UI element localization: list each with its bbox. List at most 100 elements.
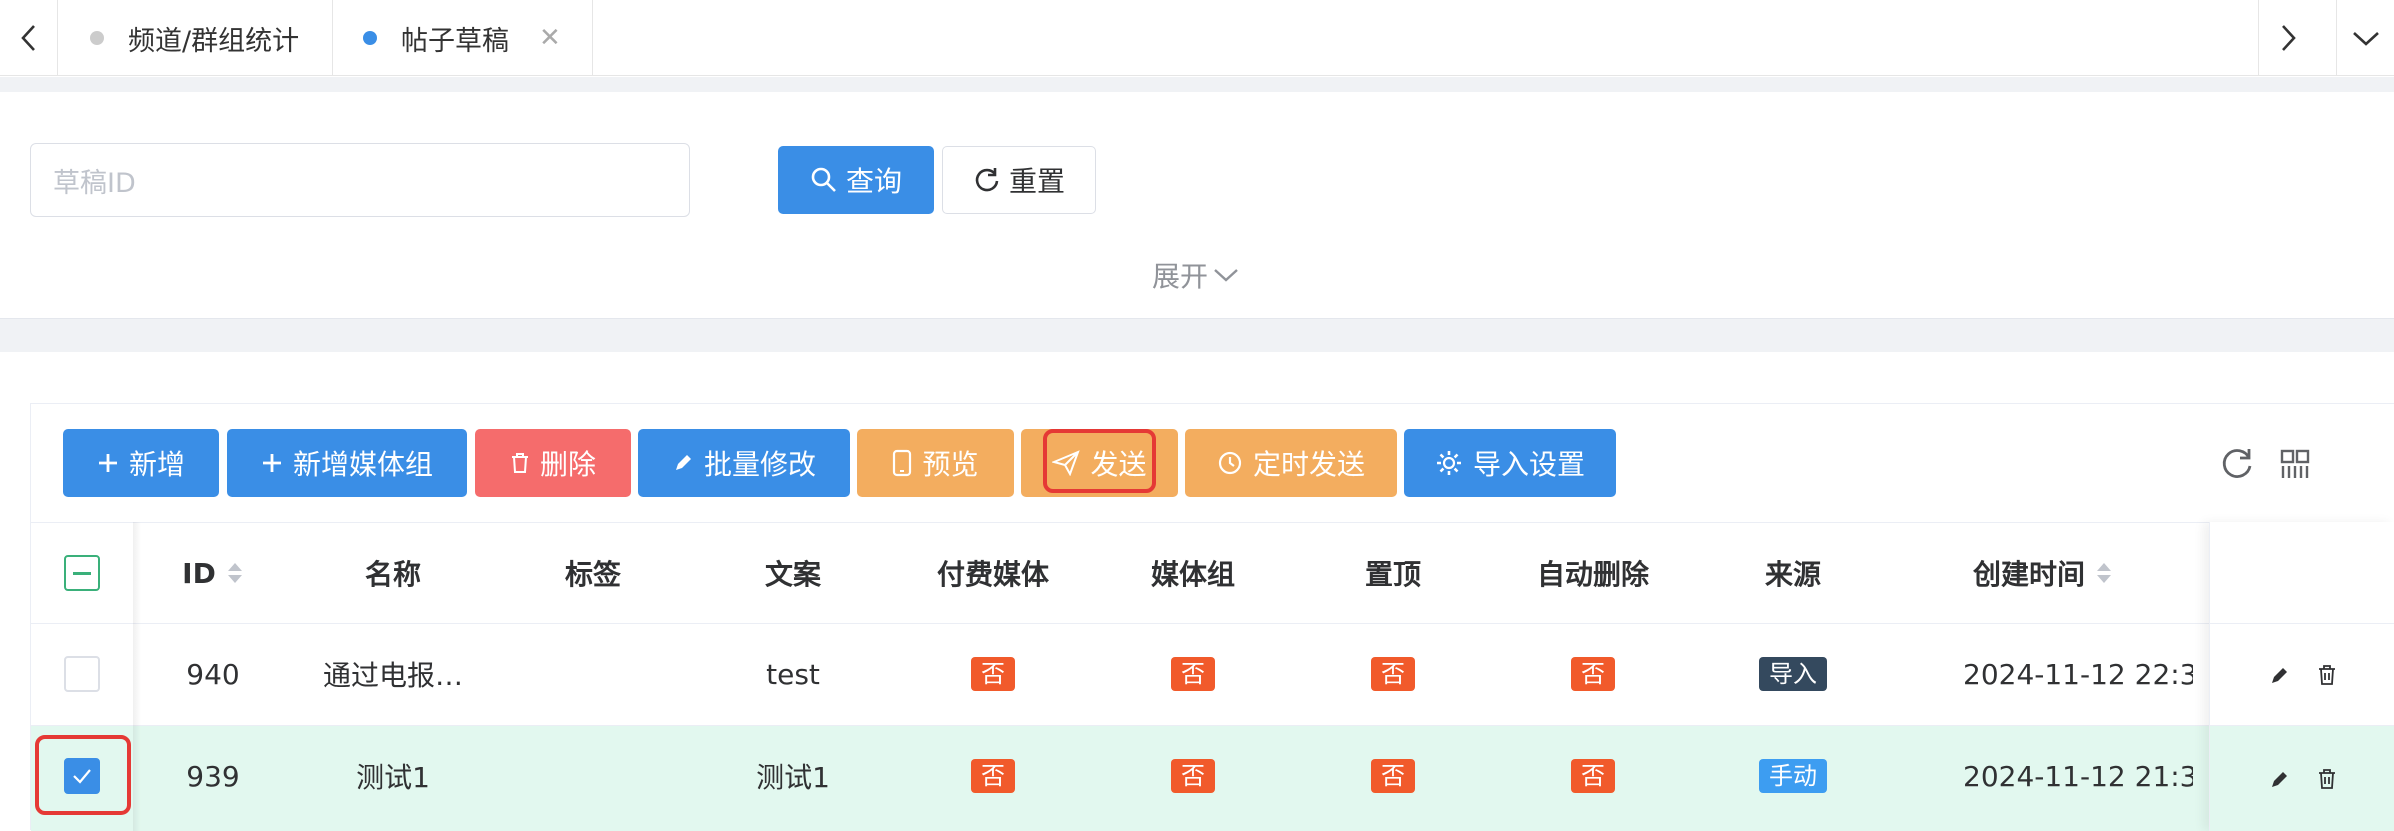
- cell-source: 手动: [1693, 726, 1893, 826]
- cell-copy: test: [766, 657, 820, 691]
- sort-icon[interactable]: [2095, 561, 2113, 585]
- edit-icon: [675, 455, 691, 470]
- refresh-icon: [2222, 449, 2252, 478]
- gear-icon: [1436, 451, 1461, 475]
- column-header-created[interactable]: 创建时间: [1893, 523, 2193, 623]
- close-icon[interactable]: ✕: [539, 23, 561, 53]
- status-badge: 否: [971, 759, 1015, 793]
- tab-scroll-right-button[interactable]: [2258, 0, 2316, 76]
- tab-post-drafts[interactable]: 帖子草稿 ✕: [333, 0, 593, 76]
- plus-icon: [98, 454, 117, 472]
- cell-pinned: 否: [1293, 726, 1493, 826]
- indeterminate-mark: [73, 571, 91, 575]
- column-header-auto-delete: 自动删除: [1536, 558, 1649, 591]
- batch-edit-button[interactable]: 批量修改: [638, 429, 850, 497]
- column-header-media-group: 媒体组: [1150, 558, 1235, 591]
- column-header-pinned: 置顶: [1364, 558, 1421, 591]
- draft-id-placeholder: 草稿ID: [53, 167, 136, 199]
- status-badge: 否: [1171, 657, 1215, 691]
- tab-status-dot: [90, 31, 104, 45]
- send-button-highlight: [1043, 429, 1156, 493]
- drafts-table-card: 新增 新增媒体组 删除 批量修改 预览 发送 定时发送 导入设置 ID 名称 标…: [30, 403, 2394, 831]
- actions-column: [2209, 522, 2394, 831]
- select-all-checkbox[interactable]: [64, 555, 100, 591]
- status-badge: 否: [971, 657, 1015, 691]
- cell-name: 通过电报…: [322, 659, 463, 692]
- tab-label: 帖子草稿: [401, 25, 509, 57]
- edit-icon[interactable]: [2269, 768, 2291, 790]
- row-actions: [2210, 624, 2394, 726]
- sort-icon[interactable]: [226, 561, 244, 585]
- column-header-id[interactable]: ID: [133, 523, 293, 623]
- cell-tag: [493, 624, 693, 724]
- cell-name: 测试1: [356, 761, 430, 794]
- status-badge: 否: [1371, 657, 1415, 691]
- status-badge: 否: [1371, 759, 1415, 793]
- cell-auto-delete: 否: [1493, 726, 1693, 826]
- cell-copy: 测试1: [756, 761, 830, 794]
- delete-button[interactable]: 删除: [475, 429, 631, 497]
- cell-paid-media: 否: [893, 726, 1093, 826]
- table-row[interactable]: 939 测试1 测试1 否 否 否 否 手动 2024-11-12 21:30:…: [31, 726, 2394, 831]
- actions-header: [2210, 522, 2394, 624]
- cell-media-group: 否: [1093, 624, 1293, 724]
- column-header-paid-media: 付费媒体: [936, 558, 1049, 591]
- status-badge: 否: [1571, 759, 1615, 793]
- trash-icon: [511, 453, 528, 473]
- column-header-copy: 文案: [764, 558, 821, 591]
- row-checkbox[interactable]: [64, 656, 100, 692]
- source-badge: 导入: [1759, 657, 1827, 691]
- section-divider: [0, 77, 2394, 92]
- tab-status-dot: [363, 31, 377, 45]
- table-refresh-button[interactable]: [2217, 444, 2257, 484]
- cell-source: 导入: [1693, 624, 1893, 724]
- select-all-cell: [31, 523, 133, 623]
- tab-channel-stats[interactable]: 频道/群组统计: [58, 0, 333, 76]
- chevron-left-icon: [20, 25, 35, 51]
- chevron-down-icon: [1214, 269, 1238, 282]
- cell-pinned: 否: [1293, 624, 1493, 724]
- section-divider: [0, 318, 2394, 352]
- trash-icon[interactable]: [2317, 664, 2337, 686]
- cell-created: 2024-11-12 21:30:2: [1963, 759, 2193, 793]
- add-button[interactable]: 新增: [63, 429, 219, 497]
- tab-bar: 频道/群组统计 帖子草稿 ✕: [0, 0, 2394, 76]
- tab-label: 频道/群组统计: [128, 25, 300, 57]
- status-badge: 否: [1171, 759, 1215, 793]
- row-select-cell: [31, 624, 133, 724]
- row-actions: [2210, 726, 2394, 831]
- query-button[interactable]: 查询: [778, 146, 934, 214]
- import-settings-button[interactable]: 导入设置: [1404, 429, 1616, 497]
- column-settings-button[interactable]: [2275, 444, 2315, 484]
- refresh-icon: [975, 168, 999, 192]
- tab-scroll-left-button[interactable]: [0, 0, 58, 76]
- expand-toggle[interactable]: 展开: [1152, 255, 1240, 295]
- selected-checkbox-highlight: [35, 735, 131, 815]
- tab-dropdown-button[interactable]: [2336, 0, 2394, 76]
- column-header-tag: 标签: [564, 558, 621, 591]
- edit-icon[interactable]: [2269, 664, 2291, 686]
- tablet-icon: [893, 449, 912, 477]
- reset-button[interactable]: 重置: [942, 146, 1096, 214]
- column-header-source: 来源: [1764, 558, 1821, 591]
- scheduled-send-button[interactable]: 定时发送: [1185, 429, 1397, 497]
- search-panel: 草稿ID 查询 重置 展开: [0, 92, 2394, 318]
- cell-id: 940: [186, 657, 240, 691]
- cell-tag: [493, 726, 693, 826]
- cell-id: 939: [186, 759, 240, 793]
- plus-icon: [262, 454, 281, 472]
- draft-id-input[interactable]: 草稿ID: [30, 143, 690, 217]
- clock-icon: [1218, 451, 1242, 475]
- table-row[interactable]: 940 通过电报… test 否 否 否 否 导入 2024-11-12 22:…: [31, 624, 2394, 726]
- table-header: ID 名称 标签 文案 付费媒体 媒体组 置顶 自动删除 来源 创建时间: [31, 522, 2394, 624]
- fixed-column-shadow: [133, 522, 141, 831]
- cell-auto-delete: 否: [1493, 624, 1693, 724]
- column-header-name: 名称: [364, 558, 421, 591]
- columns-icon: [2280, 449, 2310, 478]
- trash-icon[interactable]: [2317, 768, 2337, 790]
- status-badge: 否: [1571, 657, 1615, 691]
- source-badge: 手动: [1759, 759, 1827, 793]
- add-media-group-button[interactable]: 新增媒体组: [227, 429, 467, 497]
- preview-button[interactable]: 预览: [857, 429, 1014, 497]
- cell-created: 2024-11-12 22:31:2: [1963, 657, 2193, 691]
